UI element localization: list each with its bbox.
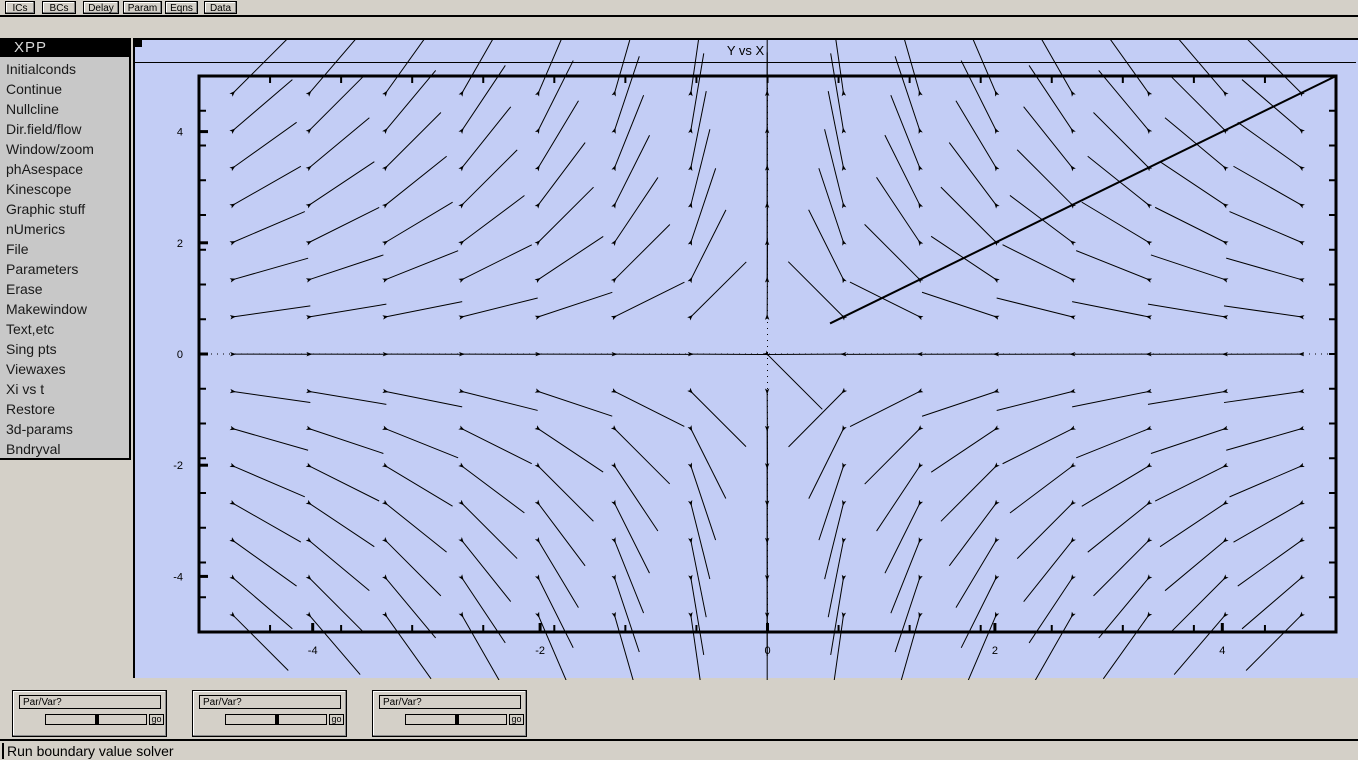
sidebar-item-3d-params[interactable]: 3d-params (6, 419, 73, 439)
slider-thumb-1[interactable] (95, 715, 99, 724)
parameter-slider-1[interactable]: Par/Var? go (12, 690, 167, 737)
toolbar-button-bcs[interactable]: BCs (42, 1, 76, 14)
y-tick-label: -2 (173, 460, 183, 472)
parameter-slider-2[interactable]: Par/Var? go (192, 690, 347, 737)
sidebar-item-bndryval[interactable]: Bndryval (6, 439, 60, 459)
sidebar-item-xi-vs-t[interactable]: Xi vs t (6, 379, 44, 399)
sidebar-item-restore[interactable]: Restore (6, 399, 55, 419)
y-tick-label: 2 (177, 238, 183, 250)
toolbar-button-data[interactable]: Data (204, 1, 237, 14)
direction-field-plot[interactable]: -4 -2 0 2 4 -4 -2 0 2 4 (135, 40, 1358, 680)
main-menu-sidebar: XPP Initialconds Continue Nullcline Dir.fie… (0, 38, 131, 460)
sidebar-item-viewaxes[interactable]: Viewaxes (6, 359, 66, 379)
solution-trajectory (829, 75, 1337, 325)
sidebar-item-erase[interactable]: Erase (6, 279, 43, 299)
slider-track-2[interactable] (225, 714, 327, 725)
axis-tick-labels: -4 -2 0 2 4 -4 -2 0 2 4 (173, 127, 1225, 657)
sidebar-item-numerics[interactable]: nUmerics (6, 219, 65, 239)
x-tick-label: 2 (992, 645, 998, 657)
y-tick-label: 0 (177, 349, 183, 361)
slider-name-field-2[interactable]: Par/Var? (199, 695, 341, 709)
sidebar-item-text-etc[interactable]: Text,etc (6, 319, 54, 339)
slider-thumb-2[interactable] (275, 715, 279, 724)
slider-go-button-3[interactable]: go (509, 714, 524, 725)
x-tick-label: -2 (535, 645, 545, 657)
sidebar-item-sing-pts[interactable]: Sing pts (6, 339, 57, 359)
sidebar-item-nullcline[interactable]: Nullcline (6, 99, 59, 119)
sidebar-item-dir-field-flow[interactable]: Dir.field/flow (6, 119, 81, 139)
parameter-slider-3[interactable]: Par/Var? go (372, 690, 527, 737)
y-tick-label: 4 (177, 127, 183, 139)
slider-thumb-3[interactable] (455, 715, 459, 724)
direction-field-arrows (229, 40, 1305, 680)
toolbar-button-delay[interactable]: Delay (83, 1, 119, 14)
x-tick-label: 0 (764, 645, 770, 657)
status-message: Run boundary value solver (7, 743, 174, 759)
sidebar-item-initialconds[interactable]: Initialconds (6, 59, 76, 79)
sidebar-item-makewindow[interactable]: Makewindow (6, 299, 87, 319)
app-title-header: XPP (0, 38, 129, 57)
y-tick-label: -4 (173, 571, 183, 583)
toolbar-button-ics[interactable]: ICs (5, 1, 35, 14)
top-toolbar: ICs BCs Delay Param Eqns Data (0, 0, 1358, 17)
slider-go-button-2[interactable]: go (329, 714, 344, 725)
slider-track-3[interactable] (405, 714, 507, 725)
sidebar-item-window-zoom[interactable]: Window/zoom (6, 139, 94, 159)
slider-name-field-1[interactable]: Par/Var? (19, 695, 161, 709)
slider-track-1[interactable] (45, 714, 147, 725)
toolbar-button-param[interactable]: Param (123, 1, 162, 14)
slider-go-button-1[interactable]: go (149, 714, 164, 725)
status-bar: Run boundary value solver (0, 739, 1358, 760)
plot-panel[interactable]: Y vs X -4 -2 0 2 4 -4 -2 0 2 4 (133, 38, 1358, 680)
slider-name-field-3[interactable]: Par/Var? (379, 695, 521, 709)
x-tick-label: 4 (1219, 645, 1225, 657)
sidebar-item-phasespace[interactable]: phAsespace (6, 159, 83, 179)
sidebar-item-continue[interactable]: Continue (6, 79, 62, 99)
sidebar-item-file[interactable]: File (6, 239, 29, 259)
sidebar-item-graphic-stuff[interactable]: Graphic stuff (6, 199, 85, 219)
x-tick-label: -4 (308, 645, 318, 657)
toolbar-button-eqns[interactable]: Eqns (165, 1, 198, 14)
sidebar-item-parameters[interactable]: Parameters (6, 259, 78, 279)
status-marker (2, 743, 4, 759)
sidebar-item-kinescope[interactable]: Kinescope (6, 179, 71, 199)
